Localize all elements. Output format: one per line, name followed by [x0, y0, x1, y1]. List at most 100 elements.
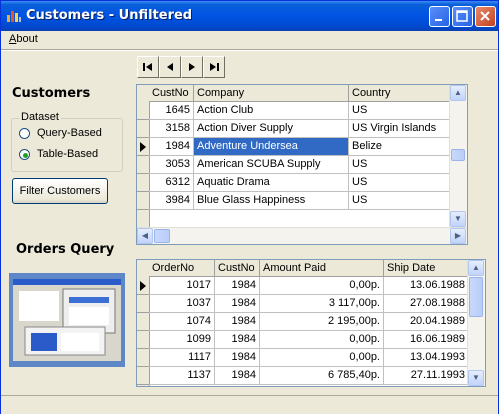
- window-title: Customers - Unfiltered: [26, 8, 193, 23]
- menu-about[interactable]: About: [9, 33, 38, 45]
- status-bar: [1, 395, 498, 414]
- scroll-down-button[interactable]: ▼: [468, 370, 484, 386]
- orders-header-orderno[interactable]: OrderNo: [149, 260, 215, 277]
- next-record-icon: [189, 63, 195, 71]
- orders-cell-orderno[interactable]: 1137: [149, 367, 215, 385]
- dataset-legend: Dataset: [19, 111, 61, 123]
- orders-cell-custno[interactable]: 1984: [215, 367, 260, 385]
- orders-cell-custno[interactable]: 1984: [215, 277, 260, 295]
- orders-heading: Orders Query: [16, 242, 115, 257]
- customers-row-indicator[interactable]: [137, 192, 149, 210]
- customers-header-custno[interactable]: CustNo: [149, 85, 194, 102]
- scroll-up-button[interactable]: ▲: [468, 260, 484, 276]
- orders-row-indicator[interactable]: [137, 277, 149, 295]
- customers-row-indicator[interactable]: [137, 138, 149, 156]
- orders-cell-shipdate[interactable]: 16.06.1989: [384, 331, 469, 349]
- orders-cell-orderno[interactable]: 1099: [149, 331, 215, 349]
- orders-row-indicator[interactable]: [137, 313, 149, 331]
- orders-cell-custno[interactable]: 1984: [215, 295, 260, 313]
- orders-grid[interactable]: OrderNo CustNo Amount Paid Ship Date 101…: [136, 259, 486, 387]
- orders-cell-orderno[interactable]: 1074: [149, 313, 215, 331]
- customers-cell-custno[interactable]: 6312: [149, 174, 194, 192]
- orders-cell-orderno[interactable]: 1117: [149, 349, 215, 367]
- scroll-down-button[interactable]: ▼: [450, 211, 466, 227]
- menu-bar: About: [1, 31, 498, 49]
- orders-cell-amount[interactable]: 0,00р.: [260, 331, 384, 349]
- customers-cell-company[interactable]: Aquatic Drama: [194, 174, 349, 192]
- minimize-button[interactable]: [429, 6, 450, 27]
- close-button[interactable]: [475, 6, 496, 27]
- current-row-arrow-icon: [140, 142, 146, 152]
- nav-prior-button[interactable]: [159, 56, 181, 78]
- orders-cell-custno[interactable]: 1984: [215, 331, 260, 349]
- customers-row-indicator[interactable]: [137, 102, 149, 120]
- customers-cell-company[interactable]: American SCUBA Supply: [194, 156, 349, 174]
- orders-cell-shipdate[interactable]: 27.11.1993: [384, 367, 469, 385]
- scroll-thumb[interactable]: [451, 149, 465, 161]
- scroll-left-button[interactable]: ◀: [137, 228, 153, 244]
- orders-row-indicator[interactable]: [137, 367, 149, 385]
- orders-cell-orderno[interactable]: 1037: [149, 295, 215, 313]
- orders-cell-shipdate[interactable]: 13.04.1993: [384, 349, 469, 367]
- customers-row-indicator[interactable]: [137, 156, 149, 174]
- customers-hscrollbar[interactable]: ◀ ▶: [137, 227, 467, 244]
- nav-last-button[interactable]: [203, 56, 225, 78]
- orders-cell-amount[interactable]: 0,00р.: [260, 349, 384, 367]
- customers-cell-company[interactable]: Action Diver Supply: [194, 120, 349, 138]
- radio-table-based[interactable]: Table-Based: [19, 148, 149, 162]
- screenshot-thumbnail: [9, 273, 125, 367]
- customers-vscrollbar[interactable]: ▲ ▼: [449, 85, 467, 228]
- menu-about-rest: bout: [16, 33, 38, 45]
- nav-next-button[interactable]: [181, 56, 203, 78]
- maximize-button[interactable]: [452, 6, 473, 27]
- customers-cell-custno[interactable]: 3984: [149, 192, 194, 210]
- nav-first-button[interactable]: [137, 56, 159, 78]
- customers-row-indicator[interactable]: [137, 120, 149, 138]
- orders-cell-shipdate[interactable]: 13.06.1988: [384, 277, 469, 295]
- radio-table-label: Table-Based: [37, 148, 98, 160]
- thumbnail-image: [9, 273, 125, 367]
- scroll-up-button[interactable]: ▲: [450, 85, 466, 101]
- customers-header-company[interactable]: Company: [194, 85, 349, 102]
- orders-vscrollbar[interactable]: ▲ ▼: [467, 260, 485, 386]
- radio-query-based[interactable]: Query-Based: [19, 127, 149, 141]
- orders-cell-custno[interactable]: 1984: [215, 313, 260, 331]
- customers-cell-company[interactable]: Adventure Undersea: [194, 138, 349, 156]
- filter-customers-button[interactable]: Filter Customers: [12, 178, 108, 204]
- prior-record-icon: [167, 63, 173, 71]
- scroll-right-button[interactable]: ▶: [450, 228, 466, 244]
- menu-separator: [1, 49, 498, 51]
- orders-cell-amount[interactable]: 2 195,00р.: [260, 313, 384, 331]
- radio-selected-dot: [23, 153, 28, 158]
- customers-heading: Customers: [12, 86, 91, 101]
- orders-row-indicator[interactable]: [137, 295, 149, 313]
- scroll-thumb[interactable]: [469, 277, 483, 317]
- orders-header-amount[interactable]: Amount Paid: [260, 260, 384, 277]
- orders-cell-orderno[interactable]: 1017: [149, 277, 215, 295]
- customers-cell-custno[interactable]: 3158: [149, 120, 194, 138]
- orders-cell-shipdate[interactable]: 20.04.1989: [384, 313, 469, 331]
- radio-table-circle: [19, 149, 30, 160]
- title-bar[interactable]: Customers - Unfiltered: [1, 1, 498, 31]
- orders-row-indicator[interactable]: [137, 349, 149, 367]
- main-window: Customers - Unfiltered About Customers D…: [0, 0, 499, 414]
- orders-cell-amount[interactable]: 3 117,00р.: [260, 295, 384, 313]
- orders-cell-amount[interactable]: 0,00р.: [260, 277, 384, 295]
- customers-cell-custno[interactable]: 1645: [149, 102, 194, 120]
- orders-header-shipdate[interactable]: Ship Date: [384, 260, 469, 277]
- customers-cell-custno[interactable]: 1984: [149, 138, 194, 156]
- customers-grid[interactable]: CustNo Company Country 1645 Action Club US…: [136, 84, 468, 245]
- orders-cell-shipdate[interactable]: 27.08.1988: [384, 295, 469, 313]
- maximize-icon: [456, 10, 468, 22]
- customers-cell-company[interactable]: Blue Glass Happiness: [194, 192, 349, 210]
- orders-row-indicator[interactable]: [137, 331, 149, 349]
- customers-row-indicator[interactable]: [137, 174, 149, 192]
- orders-cell-amount[interactable]: 6 785,40р.: [260, 367, 384, 385]
- orders-header-custno[interactable]: CustNo: [215, 260, 260, 277]
- orders-cell-custno[interactable]: 1984: [215, 349, 260, 367]
- radio-table-label-text: Table-Based: [37, 148, 99, 160]
- hscroll-thumb[interactable]: [154, 229, 170, 243]
- first-record-icon: [143, 63, 152, 71]
- customers-cell-company[interactable]: Action Club: [194, 102, 349, 120]
- customers-cell-custno[interactable]: 3053: [149, 156, 194, 174]
